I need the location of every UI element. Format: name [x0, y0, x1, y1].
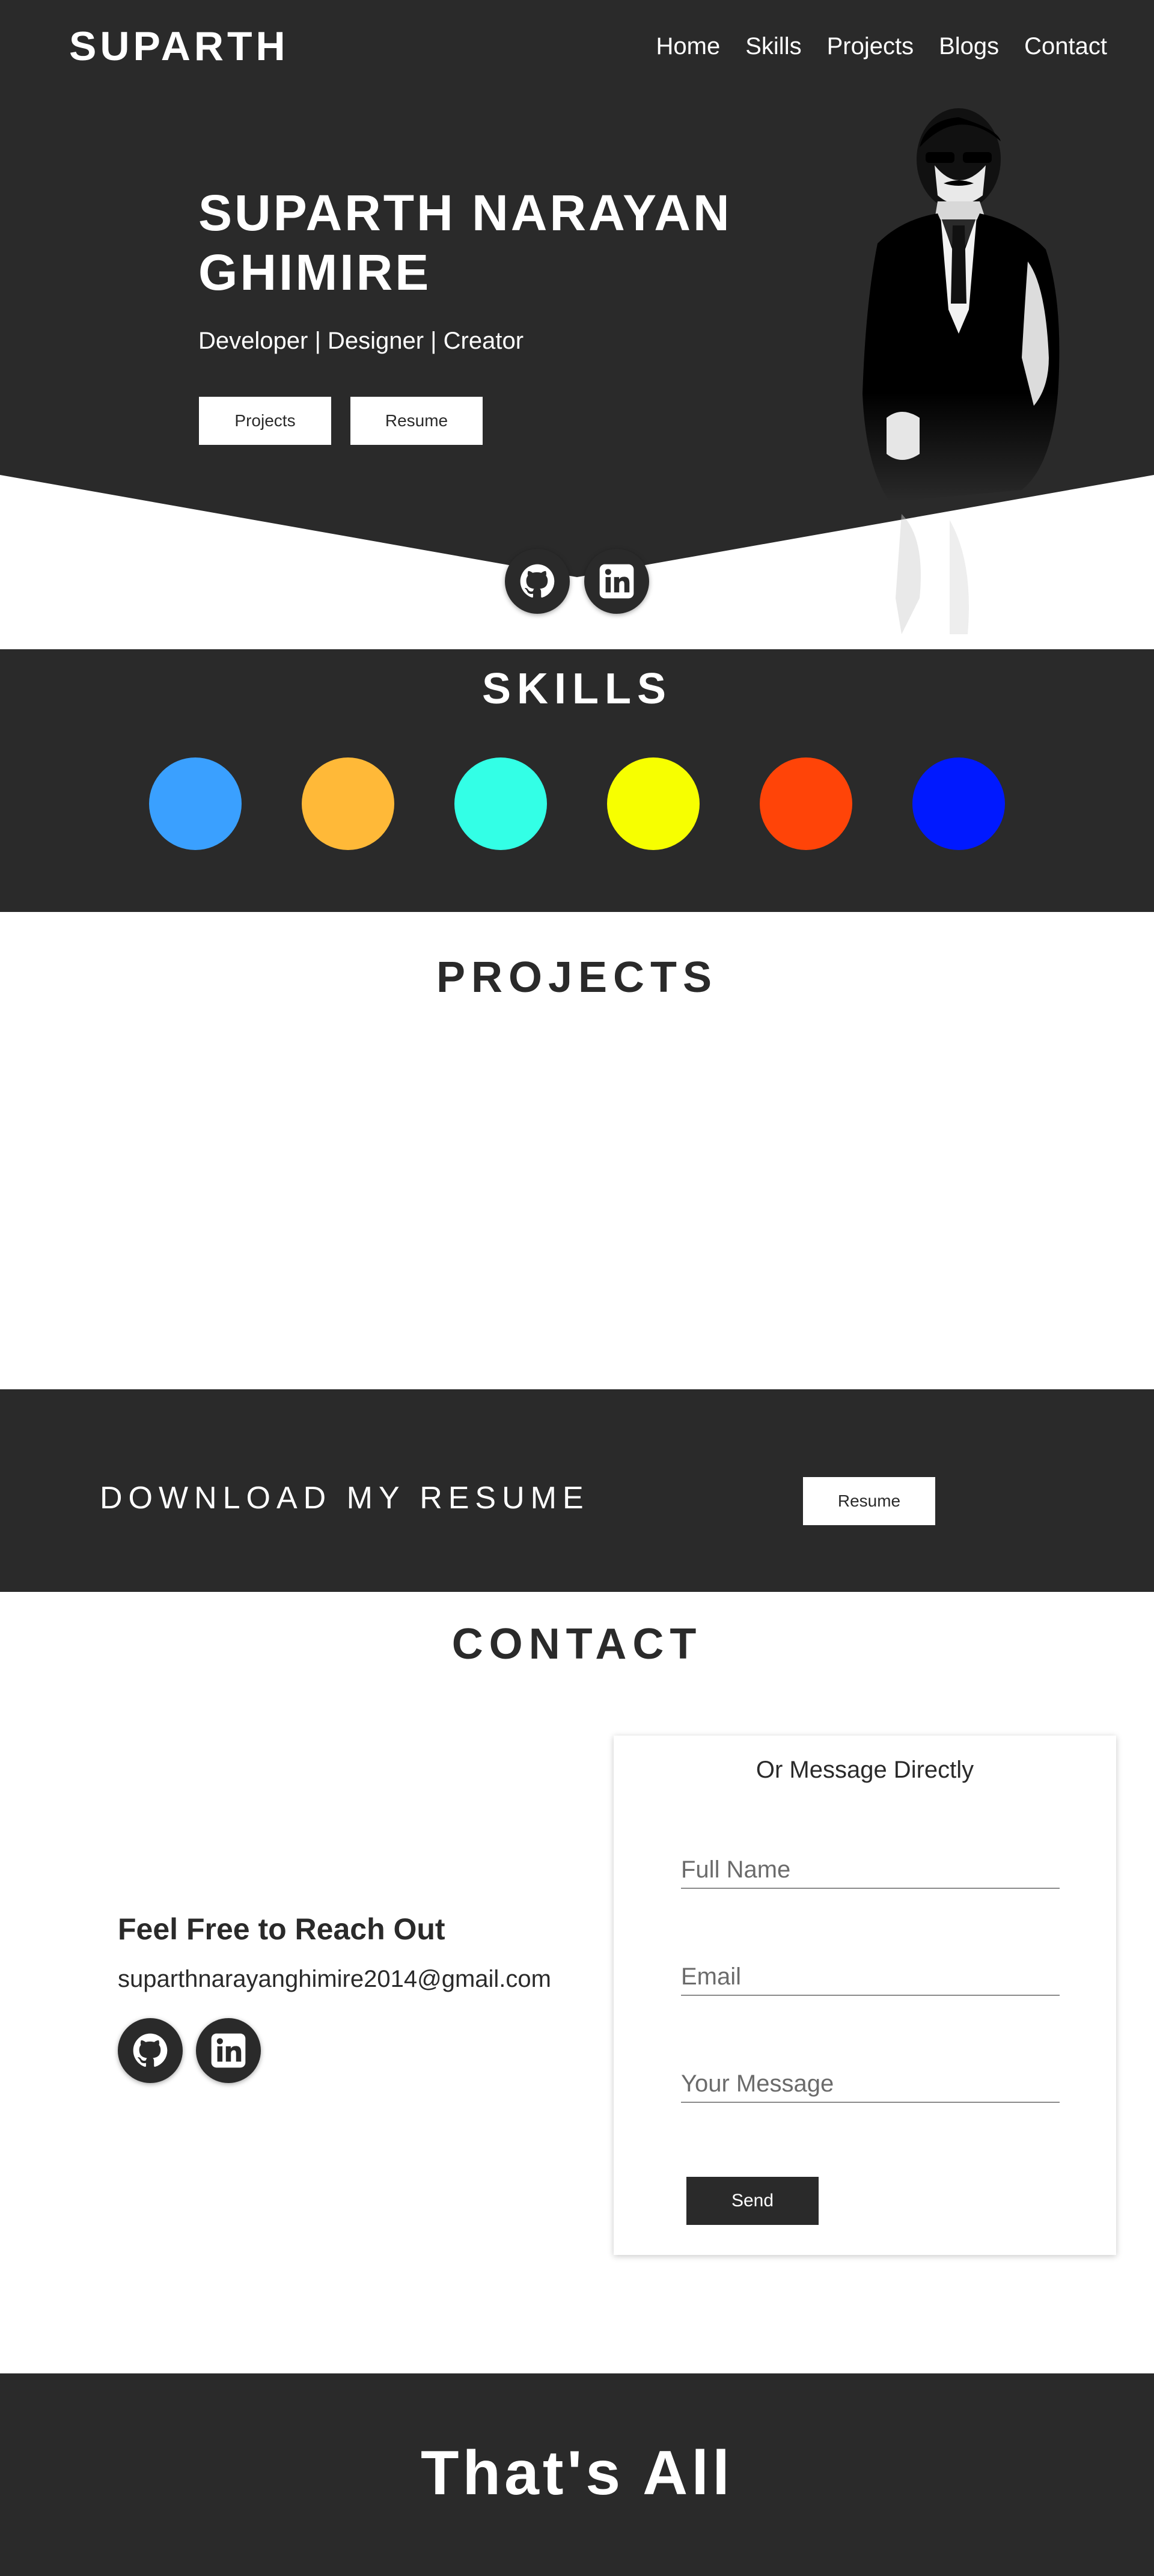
nav-skills[interactable]: Skills: [745, 33, 801, 60]
portrait-image: [862, 108, 1060, 634]
nav-projects[interactable]: Projects: [827, 33, 914, 60]
nav-blogs[interactable]: Blogs: [939, 33, 999, 60]
email-field[interactable]: [681, 1959, 1060, 1996]
contact-linkedin-link[interactable]: [196, 2018, 261, 2083]
full-name-field[interactable]: [681, 1852, 1060, 1889]
send-button[interactable]: Send: [686, 2177, 819, 2225]
resume-band-text: DOWNLOAD MY RESUME: [100, 1481, 590, 1516]
github-icon: [133, 2033, 168, 2067]
skill-icon-5: [760, 757, 852, 850]
nav-contact[interactable]: Contact: [1024, 33, 1107, 60]
form-heading: Or Message Directly: [756, 1757, 974, 1783]
contact-email[interactable]: suparthnarayanghimire2014@gmail.com: [118, 1966, 551, 1993]
hero-resume-button[interactable]: Resume: [350, 397, 483, 445]
hero-linkedin-link[interactable]: [584, 549, 649, 614]
reach-out-heading: Feel Free to Reach Out: [118, 1912, 445, 1946]
skill-icon-1: [149, 757, 242, 850]
skill-icon-3: [454, 757, 547, 850]
skills-title: SKILLS: [481, 665, 672, 713]
footer-text: That's All: [420, 2438, 734, 2508]
main-nav: Home Skills Projects Blogs Contact: [656, 33, 1107, 60]
hero-tagline: Developer | Designer | Creator: [198, 328, 524, 354]
brand-logo[interactable]: SUPARTH: [69, 23, 289, 70]
hero-name: SUPARTH NARAYAN GHIMIRE: [198, 185, 732, 301]
skill-icon-4: [607, 757, 700, 850]
skill-icon-2: [302, 757, 394, 850]
contact-title: CONTACT: [451, 1620, 703, 1668]
hero-github-link[interactable]: [505, 549, 570, 614]
github-icon: [520, 564, 555, 598]
hero-projects-button[interactable]: Projects: [199, 397, 331, 445]
nav-home[interactable]: Home: [656, 33, 721, 60]
message-field[interactable]: [681, 2066, 1060, 2103]
projects-title: PROJECTS: [436, 953, 718, 1002]
resume-download-button[interactable]: Resume: [803, 1477, 935, 1525]
contact-github-link[interactable]: [118, 2018, 183, 2083]
skill-icon-6: [912, 757, 1005, 850]
linkedin-icon: [211, 2033, 246, 2068]
linkedin-icon: [599, 564, 634, 599]
